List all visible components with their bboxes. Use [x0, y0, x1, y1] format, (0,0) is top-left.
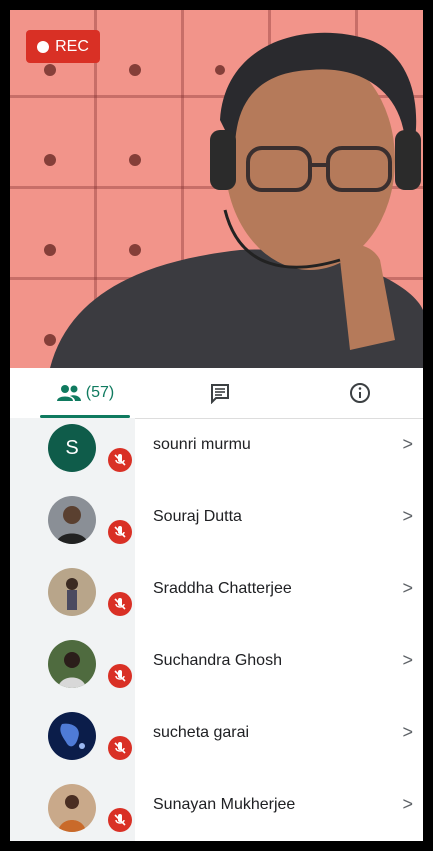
mic-off-icon	[108, 808, 132, 832]
record-dot-icon	[37, 40, 50, 53]
participant-name: Sraddha Chatterjee	[153, 580, 292, 597]
avatar	[48, 784, 96, 832]
list-item[interactable]: Sunayan Mukherjee >	[10, 782, 423, 841]
participant-name: Sunayan Mukherjee	[153, 796, 296, 813]
participant-name: sucheta garai	[153, 724, 250, 741]
mic-off-icon	[108, 736, 132, 760]
avatar	[48, 496, 96, 544]
list-item[interactable]: Suchandra Ghosh >	[10, 638, 423, 710]
participant-video	[44, 32, 423, 368]
video-feed: REC	[10, 10, 423, 368]
avatar	[48, 640, 96, 688]
chevron-right-icon[interactable]: >	[402, 794, 413, 815]
chevron-right-icon[interactable]: >	[402, 506, 413, 527]
panel-tabs: (57)	[10, 368, 423, 419]
recording-indicator: REC	[26, 30, 100, 63]
participant-count: (57)	[85, 384, 115, 401]
list-item[interactable]: sucheta garai >	[10, 710, 423, 782]
chat-icon	[211, 384, 229, 404]
mic-off-icon	[108, 520, 132, 544]
mic-off-icon	[108, 664, 132, 688]
avatar	[48, 712, 96, 760]
avatar	[48, 568, 96, 616]
list-item[interactable]: Souraj Dutta >	[10, 494, 423, 566]
recording-label: REC	[55, 37, 89, 55]
tab-info[interactable]	[330, 368, 390, 418]
info-icon	[350, 383, 370, 403]
mic-off-icon	[108, 448, 132, 472]
participant-name: Souraj Dutta	[153, 508, 242, 525]
participant-name: Suchandra Ghosh	[153, 652, 282, 669]
list-item[interactable]: S sounri murmu >	[10, 422, 423, 494]
chevron-right-icon[interactable]: >	[402, 434, 413, 455]
mic-off-icon	[108, 592, 132, 616]
tab-people[interactable]: (57)	[40, 368, 130, 418]
chevron-right-icon[interactable]: >	[402, 722, 413, 743]
participant-list[interactable]: S sounri murmu > Souraj Dutta > Sraddha …	[10, 418, 423, 841]
people-icon	[56, 385, 81, 401]
participant-name: sounri murmu	[153, 436, 251, 453]
tab-chat[interactable]	[190, 368, 250, 418]
avatar: S	[48, 424, 96, 472]
chevron-right-icon[interactable]: >	[402, 650, 413, 671]
meeting-screen: REC (57) S sounri murmu > Souraj Dutta >…	[10, 10, 423, 841]
list-item[interactable]: Sraddha Chatterjee >	[10, 566, 423, 638]
chevron-right-icon[interactable]: >	[402, 578, 413, 599]
